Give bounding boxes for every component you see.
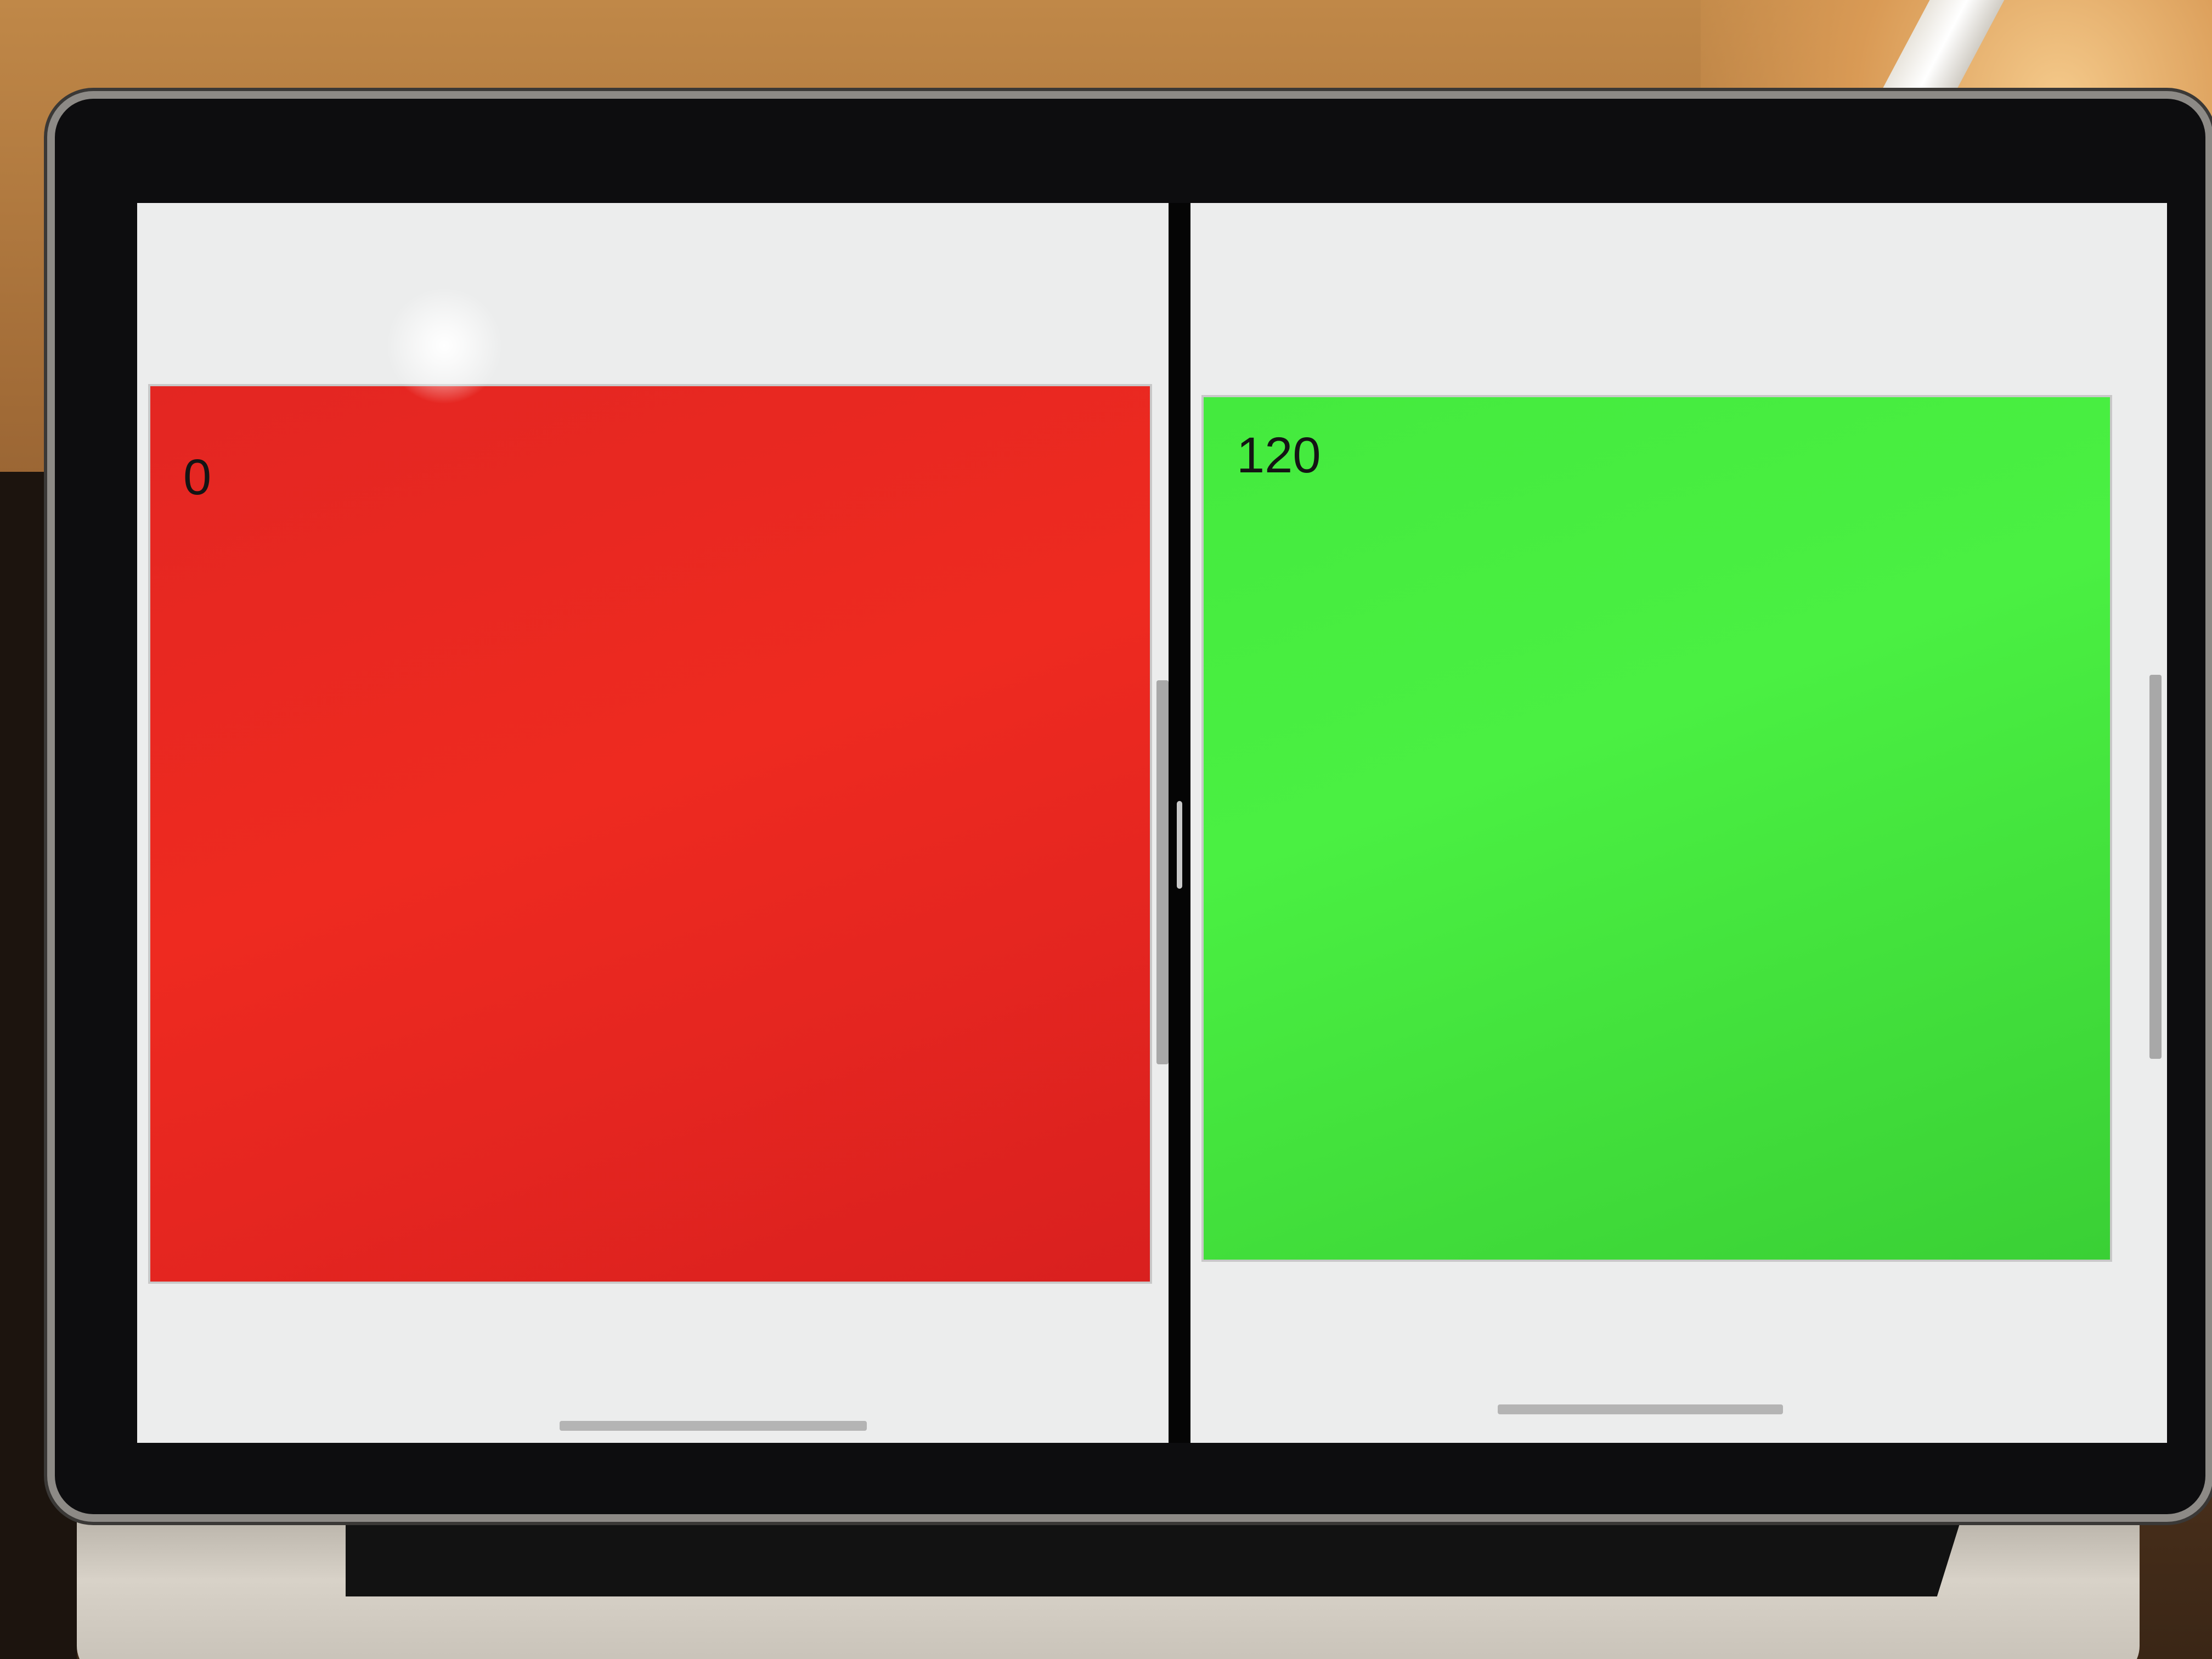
red-color-box: 0 (148, 384, 1152, 1284)
right-value-label: 120 (1237, 427, 1321, 483)
right-window-pane[interactable]: 120 (1190, 203, 2167, 1443)
right-vertical-scrollbar[interactable] (2149, 675, 2162, 1059)
photo-scene: 0 120 (0, 0, 2212, 1659)
split-divider-handle[interactable] (1177, 801, 1182, 889)
right-horizontal-scrollbar[interactable] (1498, 1404, 1783, 1414)
laptop-screen: 0 120 (137, 203, 2167, 1443)
green-color-box: 120 (1201, 395, 2112, 1262)
left-horizontal-scrollbar[interactable] (560, 1421, 867, 1431)
left-vertical-scrollbar[interactable] (1156, 680, 1169, 1064)
left-window-pane[interactable]: 0 (137, 203, 1169, 1443)
left-value-label: 0 (183, 449, 212, 505)
